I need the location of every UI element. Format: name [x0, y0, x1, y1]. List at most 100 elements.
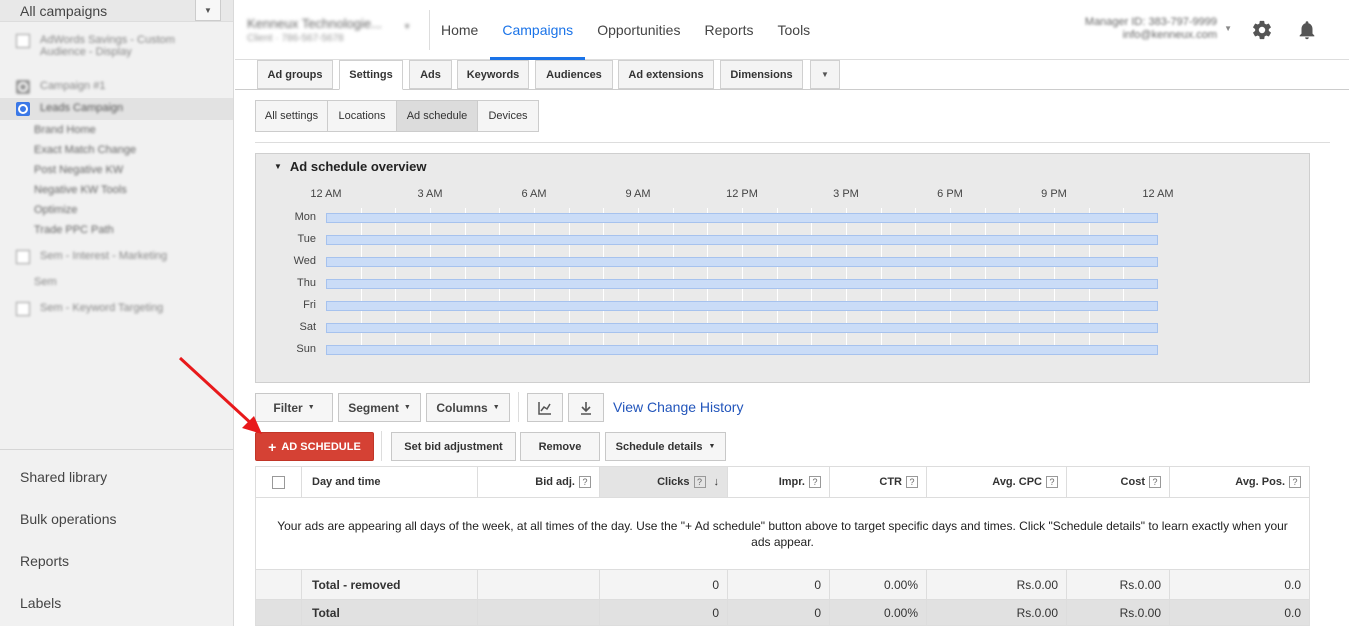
col-day-and-time[interactable]: Day and time — [302, 467, 478, 497]
tree-item-campaign[interactable]: Sem — [0, 272, 233, 294]
col-avg-pos[interactable]: Avg. Pos.? — [1170, 467, 1309, 497]
col-avg-cpc[interactable]: Avg. CPC? — [927, 467, 1067, 497]
subtab-devices[interactable]: Devices — [477, 100, 539, 132]
tree-adgroup-item[interactable]: Optimize — [0, 200, 233, 220]
plus-icon: + — [268, 438, 277, 455]
nav-opportunities[interactable]: Opportunities — [585, 0, 692, 60]
campaign-tree: AdWords Savings - Custom Audience - Disp… — [0, 22, 233, 450]
cell-ctr: 0.00% — [830, 600, 927, 625]
col-ctr[interactable]: CTR? — [830, 467, 927, 497]
tab-ads[interactable]: Ads — [409, 60, 452, 89]
day-label: Tue — [297, 233, 316, 245]
col-label: Bid adj. — [535, 476, 575, 488]
schedule-band-mon — [326, 213, 1158, 223]
all-campaigns-header[interactable]: All campaigns ▼ — [0, 0, 233, 22]
help-icon[interactable]: ? — [693, 476, 706, 488]
help-icon[interactable]: ? — [1149, 476, 1161, 488]
schedule-band-wed — [326, 257, 1158, 267]
sidebar-item-shared-library[interactable]: Shared library — [0, 456, 233, 498]
campaigns-dropdown-button[interactable]: ▼ — [195, 0, 221, 21]
sidebar-item-reports[interactable]: Reports — [0, 540, 233, 582]
tree-adgroup-item[interactable]: Negative KW Tools — [0, 180, 233, 200]
download-button[interactable] — [568, 393, 604, 422]
nav-reports[interactable]: Reports — [692, 0, 765, 60]
gear-icon[interactable] — [1251, 19, 1273, 41]
sidebar-item-bulk-operations[interactable]: Bulk operations — [0, 498, 233, 540]
tree-adgroup-item[interactable]: Exact Match Change — [0, 140, 233, 160]
col-bid-adj[interactable]: Bid adj.? — [478, 467, 600, 497]
help-icon[interactable]: ? — [809, 476, 821, 488]
tree-adgroup-item[interactable]: Brand Home — [0, 120, 233, 140]
help-icon[interactable]: ? — [1289, 476, 1301, 488]
bell-icon[interactable] — [1296, 19, 1318, 41]
col-label: Cost — [1120, 476, 1145, 488]
schedule-details-button[interactable]: Schedule details ▼ — [605, 432, 726, 461]
tab-ad-groups[interactable]: Ad groups — [257, 60, 333, 89]
more-tabs-button[interactable]: ▼ — [810, 60, 840, 89]
help-icon[interactable]: ? — [579, 476, 591, 488]
help-icon[interactable]: ? — [1046, 476, 1058, 488]
schedule-band-thu — [326, 279, 1158, 289]
schedule-band-tue — [326, 235, 1158, 245]
chevron-down-icon: ▼ — [403, 404, 411, 411]
tab-keywords[interactable]: Keywords — [457, 60, 529, 89]
add-ad-schedule-button[interactable]: + AD SCHEDULE — [255, 432, 374, 461]
sidebar-nav: Shared library Bulk operations Reports L… — [0, 450, 233, 624]
help-icon[interactable]: ? — [906, 476, 918, 488]
schedule-band-sat — [326, 323, 1158, 333]
display-campaign-icon — [16, 302, 30, 316]
view-change-history-link[interactable]: View Change History — [613, 399, 743, 415]
select-all-checkbox[interactable] — [272, 475, 285, 489]
nav-tools[interactable]: Tools — [766, 0, 823, 60]
col-impr[interactable]: Impr.? — [728, 467, 830, 497]
table-cell — [478, 570, 600, 599]
day-label: Fri — [303, 299, 316, 311]
tab-audiences[interactable]: Audiences — [535, 60, 613, 89]
divider — [255, 142, 1330, 143]
chart-button[interactable] — [527, 393, 563, 422]
account-selector[interactable]: Kenneux Technologie... Client · 786-567-… — [247, 16, 411, 44]
display-campaign-icon — [16, 250, 30, 264]
cell-avg-cpc: Rs.0.00 — [927, 570, 1067, 599]
line-chart-icon — [538, 401, 551, 415]
cell-cost: Rs.0.00 — [1067, 600, 1170, 625]
filter-button[interactable]: Filter ▼ — [255, 393, 333, 422]
manager-account-info[interactable]: Manager ID: 383-797-9999 info@kenneux.co… — [1085, 16, 1217, 42]
sidebar-item-labels[interactable]: Labels — [0, 582, 233, 624]
tree-adgroup-item[interactable]: Post Negative KW — [0, 160, 233, 180]
schedule-details-label: Schedule details — [615, 440, 703, 453]
tree-item-campaign-selected[interactable]: Leads Campaign — [0, 98, 233, 120]
tree-item-campaign[interactable]: AdWords Savings - Custom Audience - Disp… — [0, 30, 233, 76]
col-cost[interactable]: Cost? — [1067, 467, 1170, 497]
tab-ad-extensions[interactable]: Ad extensions — [618, 60, 714, 89]
overview-header[interactable]: ▼ Ad schedule overview — [274, 159, 426, 174]
tree-item-campaign[interactable]: Campaign #1 — [0, 76, 233, 98]
hour-tick-label: 12 AM — [310, 188, 342, 200]
ad-schedule-table: Day and time Bid adj.? Clicks? ↓ Impr.? C… — [255, 466, 1310, 626]
tab-settings[interactable]: Settings — [339, 60, 403, 90]
remove-button[interactable]: Remove — [520, 432, 600, 461]
col-clicks[interactable]: Clicks? ↓ — [600, 467, 728, 497]
subtab-all-settings[interactable]: All settings — [255, 100, 328, 132]
tree-adgroup-item[interactable]: Trade PPC Path — [0, 220, 233, 240]
set-bid-adjustment-button[interactable]: Set bid adjustment — [391, 432, 516, 461]
chevron-down-icon[interactable]: ▼ — [1224, 24, 1232, 33]
day-label: Thu — [297, 277, 316, 289]
top-bar: Kenneux Technologie... Client · 786-567-… — [235, 0, 1349, 60]
columns-button[interactable]: Columns ▼ — [426, 393, 510, 422]
subtab-locations[interactable]: Locations — [327, 100, 397, 132]
nav-home[interactable]: Home — [429, 0, 490, 60]
tree-item-campaign[interactable]: Sem - Interest - Marketing — [0, 246, 233, 268]
subtab-ad-schedule[interactable]: Ad schedule — [396, 100, 478, 132]
col-label: Avg. Pos. — [1235, 476, 1285, 488]
nav-campaigns[interactable]: Campaigns — [490, 0, 586, 60]
day-label: Sun — [296, 343, 316, 355]
tab-dimensions[interactable]: Dimensions — [720, 60, 803, 89]
search-campaign-icon — [16, 102, 30, 116]
tree-item-campaign[interactable]: Sem - Keyword Targeting — [0, 298, 233, 320]
table-row-total-removed: Total - removed 0 0 0.00% Rs.0.00 Rs.0.0… — [256, 570, 1309, 600]
row-label: Total — [302, 600, 478, 625]
tree-item-label: Leads Campaign — [40, 102, 124, 114]
manager-email: info@kenneux.com — [1122, 29, 1217, 41]
segment-button[interactable]: Segment ▼ — [338, 393, 421, 422]
